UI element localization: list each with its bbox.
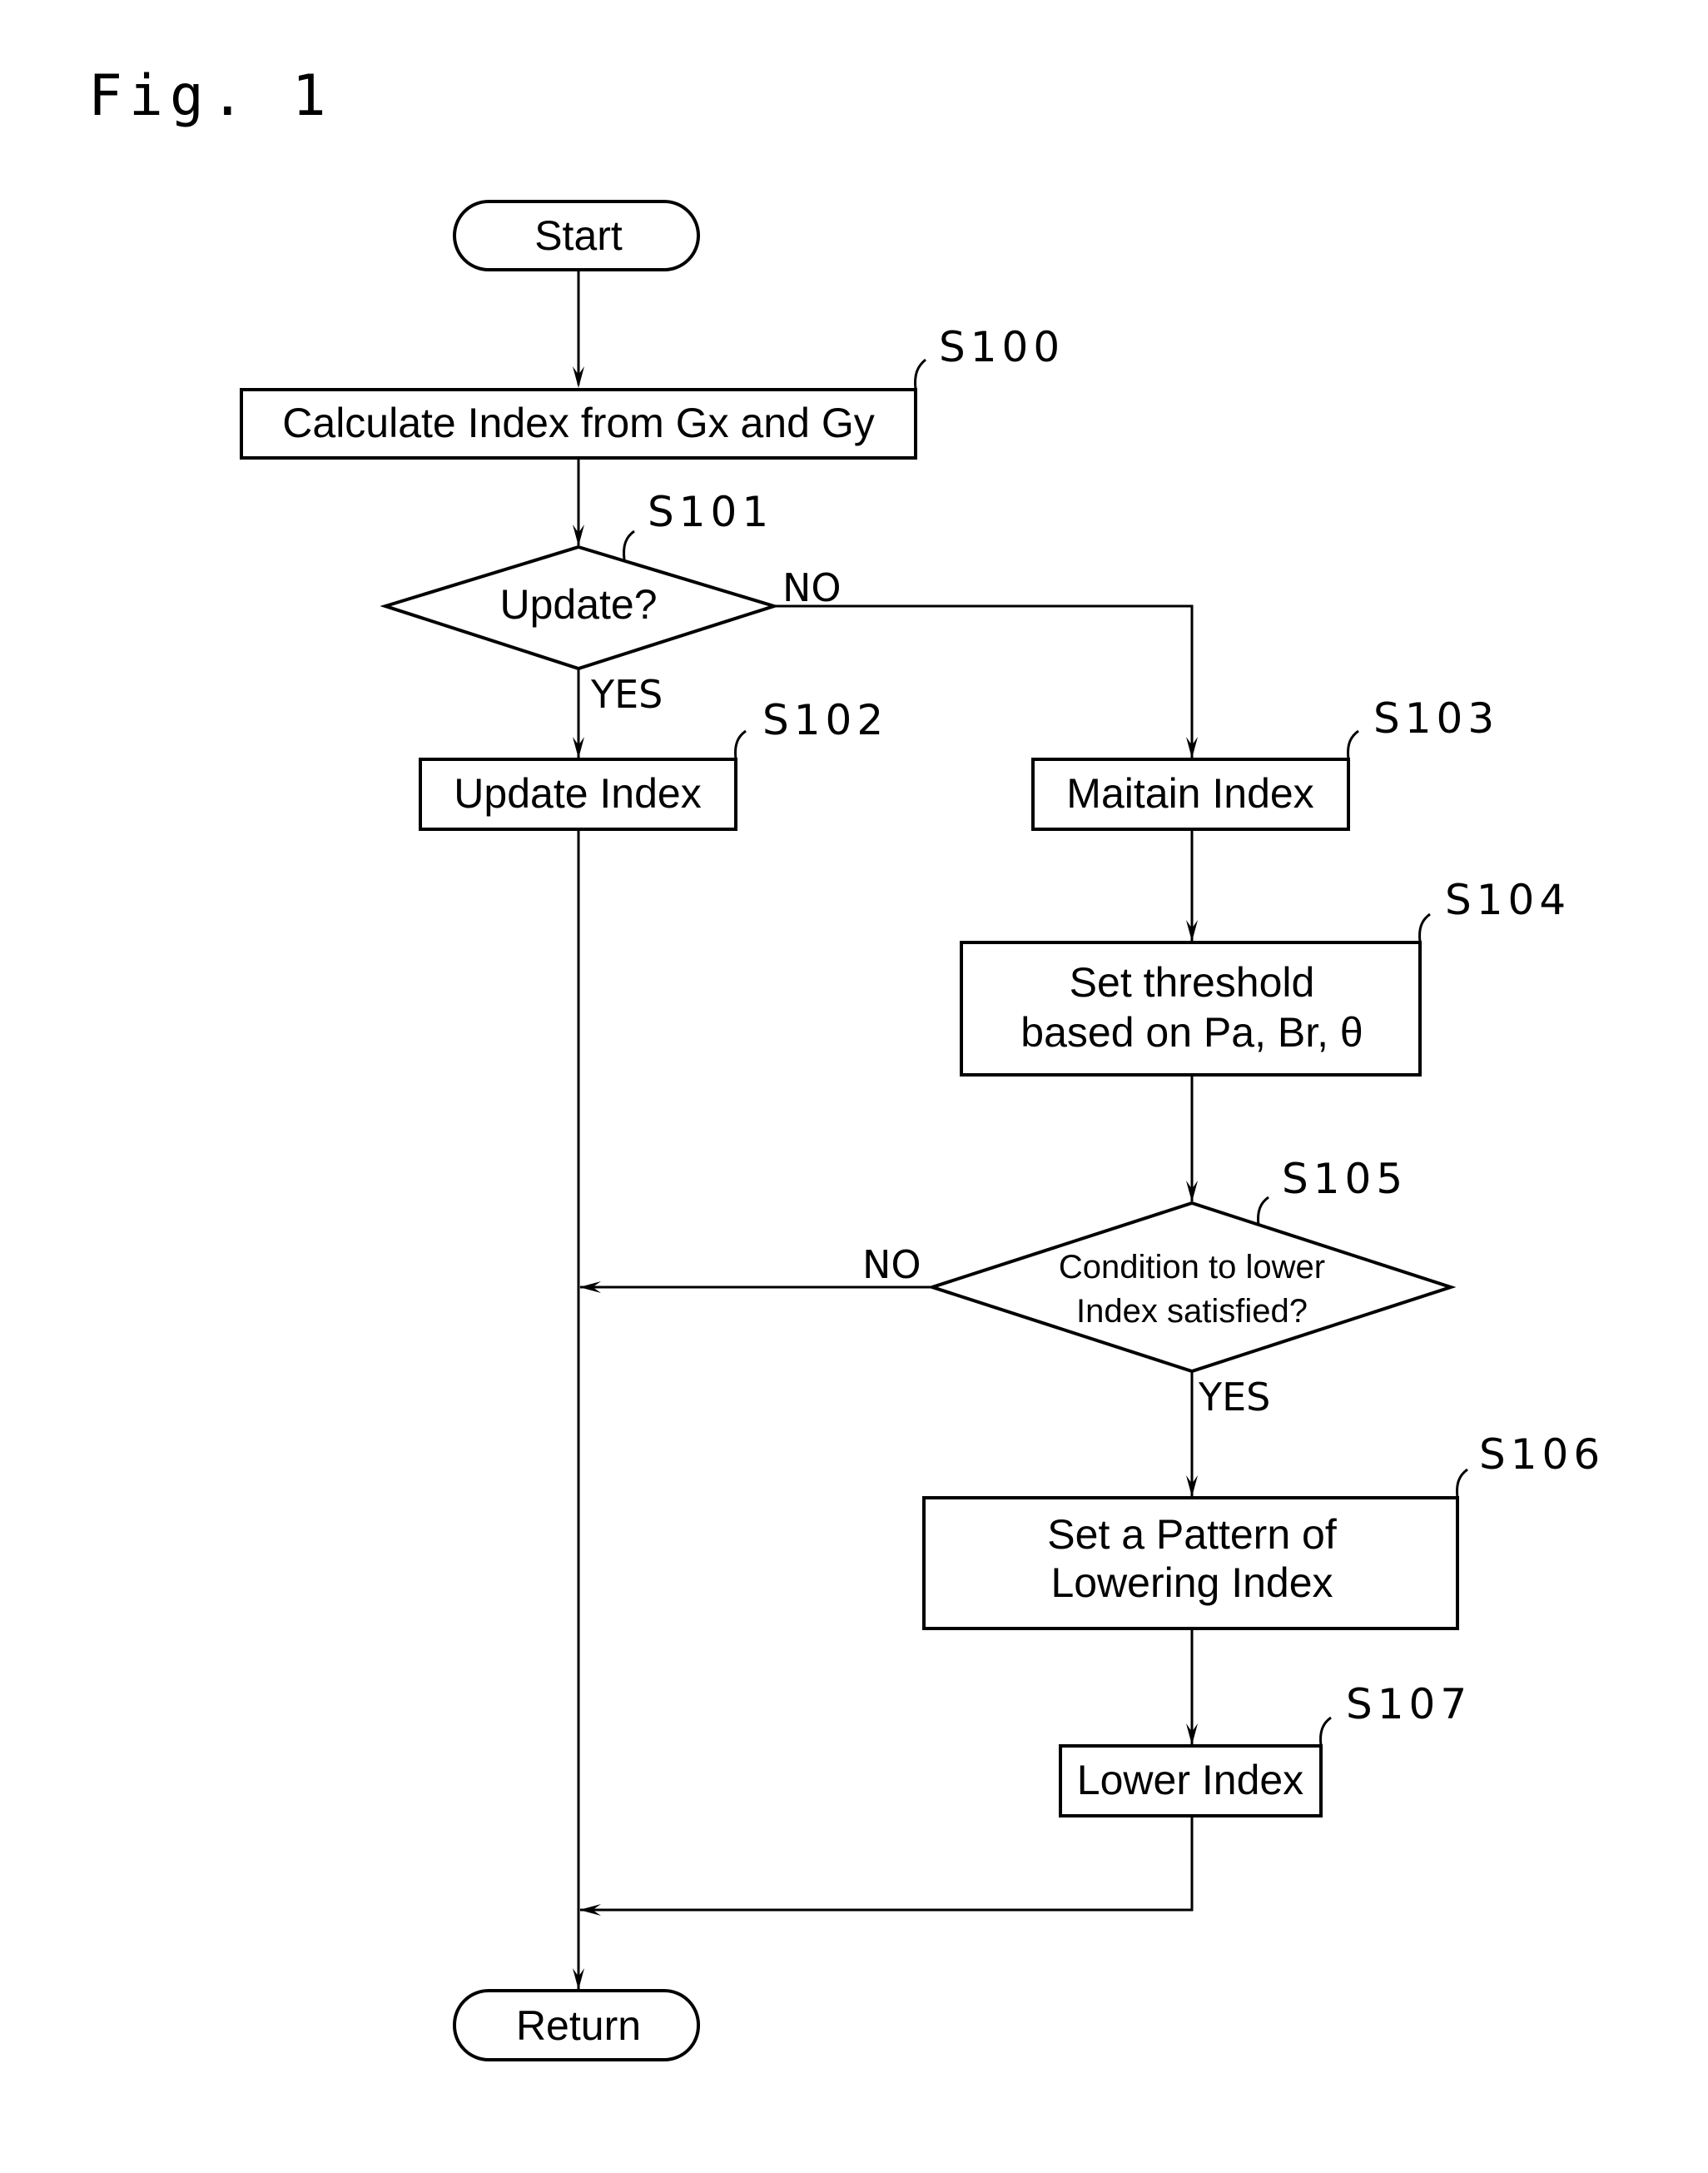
step-s106: Set a Pattern of Lowering Index S106: [922, 1430, 1605, 1630]
return-terminal: Return: [453, 1989, 700, 2061]
s105-text-line1: Condition to lower: [1059, 1249, 1325, 1285]
leader-line: [1347, 729, 1359, 760]
s102-label: S102: [762, 696, 888, 744]
start-terminal: Start: [453, 200, 700, 271]
step-s107: Lower Index S107: [1059, 1680, 1472, 1817]
leader-line: [734, 729, 747, 760]
s103-text: Maitain Index: [1066, 770, 1313, 817]
s101-yes-label: YES: [590, 672, 663, 717]
leader-line: [623, 530, 635, 560]
s102-text: Update Index: [454, 770, 701, 817]
s105-label: S105: [1282, 1155, 1408, 1203]
figure-title: Fig. 1: [88, 63, 333, 129]
leader-line: [1456, 1468, 1468, 1499]
s101-label: S101: [648, 488, 773, 536]
edge-s107-merge: [580, 1816, 1194, 1912]
s104-text-line2: based on Pa, Br, θ: [1020, 1009, 1363, 1056]
s105-yes-label: YES: [1198, 1375, 1270, 1420]
s106-text-line2: Lowering Index: [1050, 1559, 1333, 1606]
s103-label: S103: [1373, 694, 1499, 743]
s104-label: S104: [1445, 876, 1571, 924]
s101-no-label: NO: [782, 565, 842, 610]
s107-label: S107: [1346, 1680, 1472, 1728]
s100-label: S100: [939, 323, 1065, 371]
return-text: Return: [516, 2002, 641, 2049]
s104-text-line1: Set threshold: [1070, 959, 1315, 1006]
step-s100: Calculate Index from Gx and Gy S100: [240, 323, 1065, 460]
s101-text: Update?: [499, 581, 657, 628]
leader-line: [914, 358, 926, 390]
s100-text: Calculate Index from Gx and Gy: [282, 400, 874, 446]
s105-text-line2: Index satisfied?: [1076, 1293, 1308, 1330]
s106-label: S106: [1479, 1430, 1605, 1479]
start-text: Start: [534, 212, 623, 259]
flowchart: Fig. 1 Start Calculate Index from Gx and…: [88, 63, 1605, 2061]
leader-line: [1257, 1196, 1269, 1226]
leader-line: [1418, 912, 1431, 943]
leader-line: [1319, 1716, 1332, 1747]
s107-text: Lower Index: [1077, 1757, 1303, 1803]
s106-text-line1: Set a Pattern of: [1047, 1511, 1337, 1558]
s105-no-label: NO: [862, 1242, 921, 1287]
step-s104: Set threshold based on Pa, Br, θ S104: [960, 876, 1571, 1077]
step-s103: Maitain Index S103: [1031, 694, 1499, 831]
